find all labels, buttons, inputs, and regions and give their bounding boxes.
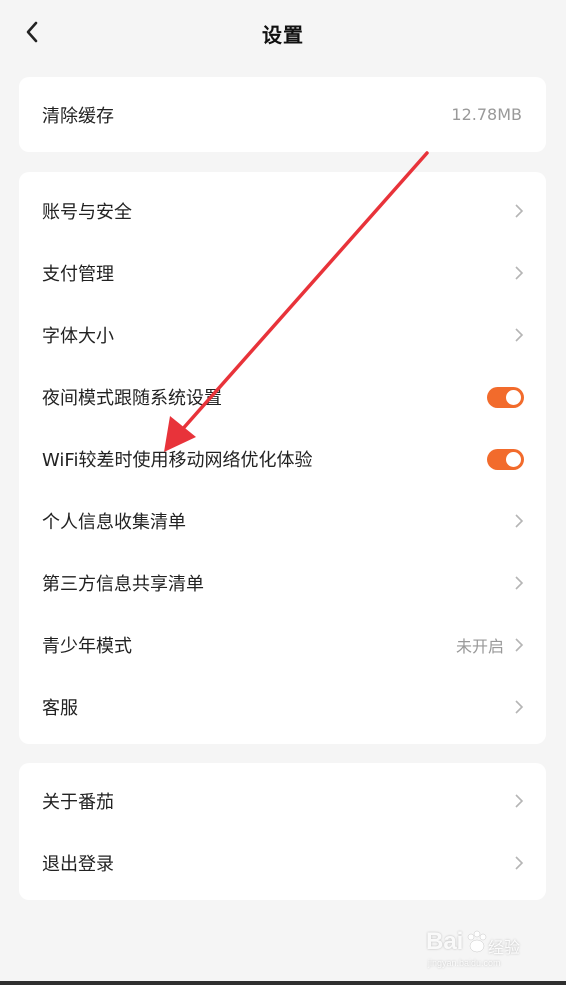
cache-card: 清除缓存 12.78MB xyxy=(19,77,546,152)
third-party-sharing-label: 第三方信息共享清单 xyxy=(42,574,204,595)
payment-management-row[interactable]: 支付管理 xyxy=(19,242,546,304)
night-mode-toggle[interactable] xyxy=(487,386,524,408)
back-arrow-icon xyxy=(26,21,38,43)
wifi-optimization-toggle[interactable] xyxy=(487,448,524,470)
chevron-right-icon xyxy=(515,204,524,218)
night-mode-label: 夜间模式跟随系统设置 xyxy=(42,388,222,409)
about-card: 关于番茄 退出登录 xyxy=(19,763,546,900)
personal-info-list-label: 个人信息收集清单 xyxy=(42,512,186,533)
teen-mode-status: 未开启 xyxy=(455,637,504,656)
header: 设置 xyxy=(0,0,566,66)
wifi-optimization-row: WiFi较差时使用移动网络优化体验 xyxy=(19,428,546,490)
account-security-label: 账号与安全 xyxy=(42,202,132,223)
account-security-row[interactable]: 账号与安全 xyxy=(19,180,546,242)
personal-info-list-row[interactable]: 个人信息收集清单 xyxy=(19,490,546,552)
third-party-sharing-row[interactable]: 第三方信息共享清单 xyxy=(19,552,546,614)
settings-card: 账号与安全 支付管理 字体大小 夜间模式跟随系统设置 WiFi较差时使用移动网络… xyxy=(19,172,546,744)
logout-label: 退出登录 xyxy=(42,854,114,875)
about-row[interactable]: 关于番茄 xyxy=(19,770,546,832)
customer-service-label: 客服 xyxy=(42,698,78,719)
chevron-right-icon xyxy=(515,514,524,528)
watermark-url: jingyan.baidu.com xyxy=(428,958,501,968)
teen-mode-label: 青少年模式 xyxy=(42,636,132,657)
night-mode-row: 夜间模式跟随系统设置 xyxy=(19,366,546,428)
chevron-right-icon xyxy=(515,638,524,652)
chevron-right-icon xyxy=(515,328,524,342)
cache-size-value: 12.78MB xyxy=(451,105,522,124)
teen-mode-row[interactable]: 青少年模式 未开启 xyxy=(19,614,546,676)
font-size-label: 字体大小 xyxy=(42,326,114,347)
clear-cache-row[interactable]: 清除缓存 12.78MB xyxy=(19,77,546,152)
watermark-suffix: 经验 xyxy=(488,940,521,957)
customer-service-row[interactable]: 客服 xyxy=(19,676,546,738)
chevron-right-icon xyxy=(515,266,524,280)
about-label: 关于番茄 xyxy=(42,792,114,813)
watermark-brand: Bai xyxy=(426,928,464,955)
baidu-jingyan-watermark: Bai 经验 jingyan.baidu.com xyxy=(426,928,536,972)
logout-row[interactable]: 退出登录 xyxy=(19,832,546,894)
chevron-right-icon xyxy=(515,794,524,808)
bottom-edge xyxy=(0,981,566,985)
paw-logo-icon xyxy=(467,930,487,953)
page-title: 设置 xyxy=(262,22,304,47)
clear-cache-label: 清除缓存 xyxy=(42,105,114,127)
chevron-right-icon xyxy=(515,856,524,870)
font-size-row[interactable]: 字体大小 xyxy=(19,304,546,366)
chevron-right-icon xyxy=(515,576,524,590)
wifi-optimization-label: WiFi较差时使用移动网络优化体验 xyxy=(42,450,313,471)
payment-management-label: 支付管理 xyxy=(42,264,114,285)
chevron-right-icon xyxy=(515,700,524,714)
back-button[interactable] xyxy=(14,14,50,50)
